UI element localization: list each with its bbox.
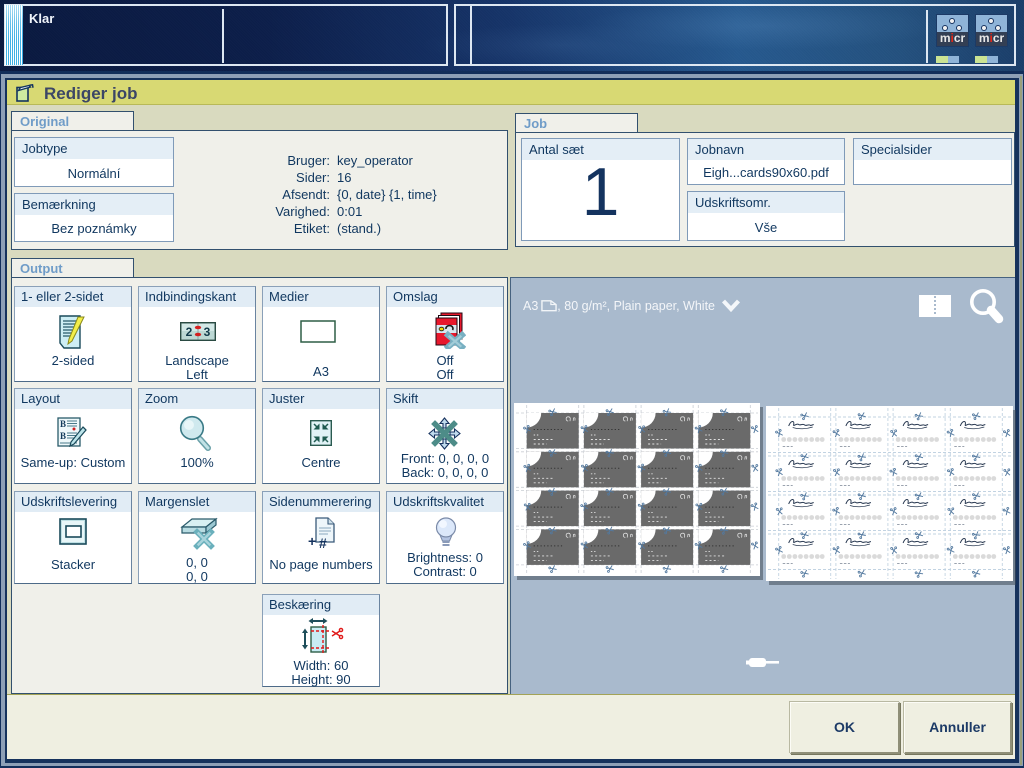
svg-text:B: B bbox=[60, 419, 66, 429]
svg-text:3: 3 bbox=[204, 325, 211, 339]
svg-text:#: # bbox=[319, 535, 327, 549]
svg-text:+: + bbox=[308, 533, 316, 549]
svg-text:B: B bbox=[60, 431, 66, 441]
svg-text:2: 2 bbox=[186, 325, 193, 339]
